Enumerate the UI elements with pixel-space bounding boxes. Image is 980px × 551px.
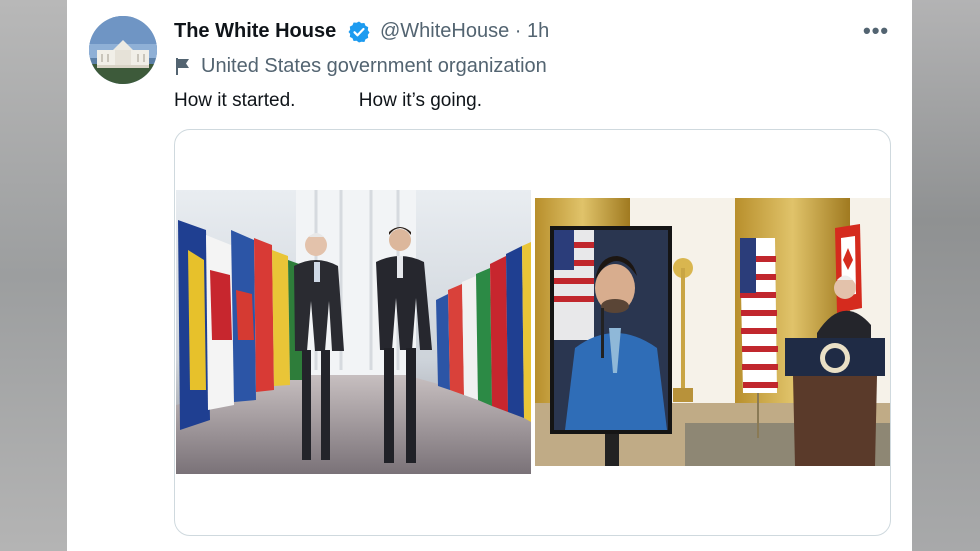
tweet-media[interactable] xyxy=(174,129,891,536)
more-options-icon[interactable]: ••• xyxy=(863,18,889,44)
tweet-text: How it started. How it’s going. xyxy=(174,90,482,111)
blurred-background-left xyxy=(0,0,67,551)
flag-icon xyxy=(176,58,189,75)
tweet-card[interactable]: The White House @WhiteHouse · 1h ••• Uni… xyxy=(67,0,912,551)
display-name[interactable]: The White House xyxy=(174,20,336,43)
handle-and-time[interactable]: @WhiteHouse · 1h xyxy=(380,20,549,43)
photo-how-its-going[interactable] xyxy=(535,198,890,466)
avatar[interactable] xyxy=(89,16,157,84)
verified-badge-icon xyxy=(348,21,370,43)
blurred-background-right xyxy=(912,0,980,551)
photo-how-it-started[interactable] xyxy=(176,190,531,474)
affiliation-label: United States government organization xyxy=(201,55,547,77)
